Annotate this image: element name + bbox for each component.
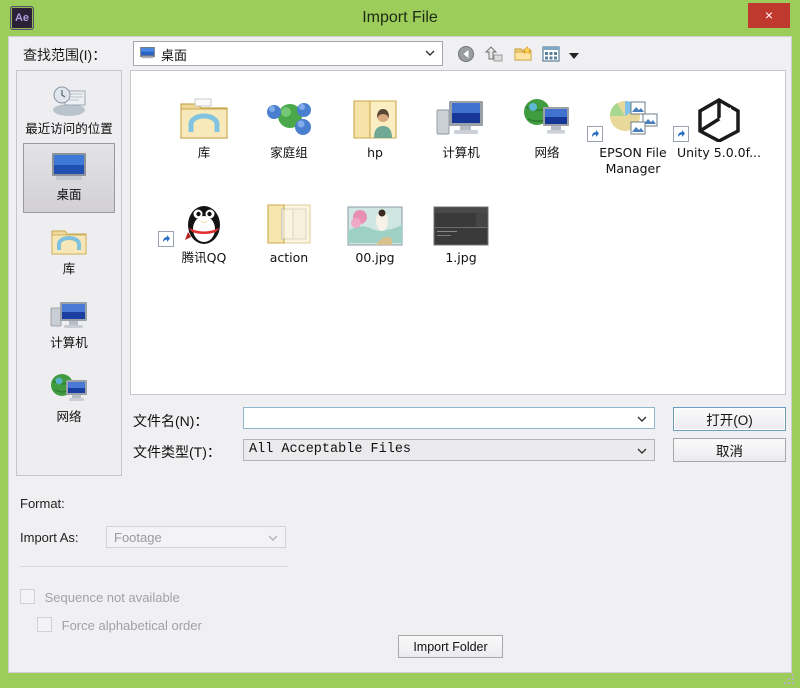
list-item[interactable]: 库 xyxy=(156,86,252,161)
new-folder-button[interactable] xyxy=(512,43,534,65)
window-title: Import File xyxy=(362,9,438,26)
list-item-label: action xyxy=(269,250,309,265)
list-item-label: 腾讯QQ xyxy=(181,250,227,265)
desktop-icon xyxy=(24,148,114,186)
homegroup-icon xyxy=(241,86,337,142)
network-icon xyxy=(499,86,595,142)
sequence-checkbox[interactable] xyxy=(20,589,35,604)
force-alphabetical-checkbox-row[interactable]: Force alphabetical order xyxy=(37,617,202,633)
options-divider xyxy=(20,566,288,567)
import-as-combobox[interactable]: Footage xyxy=(106,526,286,548)
file-type-combobox[interactable]: All Acceptable Files xyxy=(243,439,655,461)
title-bar[interactable]: Ae Import File × xyxy=(0,0,800,36)
change-view-button[interactable] xyxy=(540,43,562,65)
format-label: Format: xyxy=(20,496,65,511)
view-dropdown-arrow-icon[interactable] xyxy=(568,53,579,59)
shortcut-arrow-icon xyxy=(673,126,689,142)
list-item[interactable]: 计算机 xyxy=(413,86,509,161)
image-thumbnail-icon xyxy=(327,191,423,247)
file-name-combobox[interactable] xyxy=(243,407,655,429)
close-button[interactable]: × xyxy=(748,3,790,28)
chevron-down-icon[interactable] xyxy=(637,414,647,424)
libraries-folder-icon xyxy=(156,86,252,142)
list-item[interactable]: 家庭组 xyxy=(241,86,337,161)
import-file-dialog: Ae Import File × 查找范围(I)： 桌面 最近访问的位置 桌面 … xyxy=(0,0,800,688)
unity-icon xyxy=(671,86,767,142)
look-in-combobox[interactable]: 桌面 xyxy=(133,41,443,66)
place-label: 计算机 xyxy=(50,335,88,350)
chevron-down-icon xyxy=(425,50,435,56)
qq-penguin-icon xyxy=(156,191,252,247)
chevron-down-icon[interactable] xyxy=(268,533,278,543)
recent-places-icon xyxy=(24,82,114,120)
computer-icon xyxy=(24,296,114,334)
sequence-checkbox-row[interactable]: Sequence not available xyxy=(20,589,180,605)
network-icon xyxy=(24,370,114,408)
list-item[interactable]: action xyxy=(241,191,337,266)
list-item[interactable]: 腾讯QQ xyxy=(156,191,252,266)
list-item[interactable]: 网络 xyxy=(499,86,595,161)
list-item-label: 00.jpg xyxy=(355,250,395,265)
look-in-label: 查找范围(I)： xyxy=(23,47,107,63)
place-label: 桌面 xyxy=(56,187,82,202)
computer-icon xyxy=(413,86,509,142)
back-button[interactable] xyxy=(455,43,477,65)
navigation-toolbar xyxy=(455,43,579,65)
list-item-label: 家庭组 xyxy=(270,145,308,160)
user-folder-icon xyxy=(327,86,423,142)
place-item-computer[interactable]: 计算机 xyxy=(23,291,115,361)
place-item-desktop[interactable]: 桌面 xyxy=(23,143,115,213)
list-item-label: 计算机 xyxy=(442,145,480,160)
force-alphabetical-checkbox-label: Force alphabetical order xyxy=(61,618,202,633)
list-item-label: hp xyxy=(367,145,383,160)
file-type-label: 文件类型(T)： xyxy=(133,444,221,460)
list-item[interactable]: 1.jpg xyxy=(413,191,509,266)
chevron-down-icon[interactable] xyxy=(637,446,647,456)
epson-file-manager-icon xyxy=(585,86,681,142)
import-as-value: Footage xyxy=(114,530,162,545)
shortcut-arrow-icon xyxy=(587,126,603,142)
place-item-libraries[interactable]: 库 xyxy=(23,217,115,287)
list-item[interactable]: 00.jpg xyxy=(327,191,423,266)
file-list-view[interactable]: 库 家庭组 hp 计算机 网络 EPSON File Manager Unity… xyxy=(130,70,786,395)
file-name-input[interactable] xyxy=(247,410,636,428)
cancel-button[interactable]: 取消 xyxy=(673,438,786,462)
resize-grip[interactable] xyxy=(782,672,794,684)
open-button[interactable]: 打开(O) xyxy=(673,407,786,431)
list-item-label: 1.jpg xyxy=(445,250,477,265)
shortcut-arrow-icon xyxy=(158,231,174,247)
list-item[interactable]: hp xyxy=(327,86,423,161)
import-as-label: Import As: xyxy=(20,530,79,545)
list-item[interactable]: Unity 5.0.0f... xyxy=(671,86,767,161)
import-folder-button[interactable]: Import Folder xyxy=(398,635,503,658)
list-item-label: EPSON File Manager xyxy=(599,145,667,176)
folder-icon xyxy=(241,191,337,247)
file-name-label: 文件名(N)： xyxy=(133,413,209,429)
monitor-icon xyxy=(140,47,155,59)
place-label: 库 xyxy=(62,261,76,276)
places-bar: 最近访问的位置 桌面 库 计算机 网络 xyxy=(16,70,122,476)
place-item-recent[interactable]: 最近访问的位置 xyxy=(23,77,115,139)
up-one-level-button[interactable] xyxy=(483,43,505,65)
place-item-network[interactable]: 网络 xyxy=(23,365,115,435)
libraries-icon xyxy=(24,222,114,260)
list-item-label: 库 xyxy=(197,145,211,160)
list-item[interactable]: EPSON File Manager xyxy=(585,86,681,177)
look-in-value: 桌面 xyxy=(161,48,188,63)
screenshot-thumbnail-icon xyxy=(413,191,509,247)
place-label: 网络 xyxy=(56,409,82,424)
file-type-value: All Acceptable Files xyxy=(249,442,412,457)
force-alphabetical-checkbox[interactable] xyxy=(37,617,52,632)
list-item-label: 网络 xyxy=(534,145,560,160)
list-item-label: Unity 5.0.0f... xyxy=(676,145,762,160)
sequence-checkbox-label: Sequence not available xyxy=(44,590,180,605)
place-label: 最近访问的位置 xyxy=(25,121,113,136)
